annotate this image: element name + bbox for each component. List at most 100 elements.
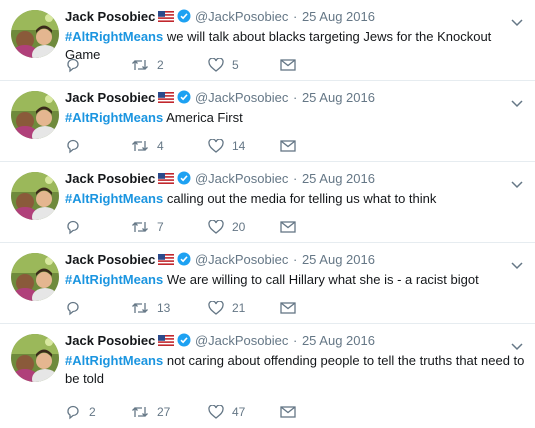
tweet[interactable]: Jack Posobiec @JackPosobiec · 25 Aug 201… <box>0 81 535 162</box>
reply-button[interactable]: 2 <box>65 404 96 420</box>
heart-icon <box>208 58 224 72</box>
avatar[interactable] <box>11 334 59 382</box>
direct-message-button[interactable] <box>280 300 296 316</box>
separator-dot: · <box>292 9 298 24</box>
reply-count: 2 <box>89 405 96 419</box>
separator-dot: · <box>292 333 298 348</box>
retweet-button[interactable]: 13 <box>131 300 170 316</box>
like-count: 21 <box>232 301 246 315</box>
tweet[interactable]: Jack Posobiec @JackPosobiec · 25 Aug 201… <box>0 243 535 324</box>
like-button[interactable]: 14 <box>208 138 245 154</box>
separator-dot: · <box>292 252 298 267</box>
retweet-button[interactable]: 4 <box>131 138 164 154</box>
tweet-feed: Jack Posobiec @JackPosobiec · 25 Aug 201… <box>0 0 535 427</box>
like-button[interactable]: 21 <box>208 300 245 316</box>
author-handle[interactable]: @JackPosobiec <box>195 9 288 24</box>
direct-message-button[interactable] <box>280 57 296 73</box>
tweet-text: #AltRightMeans We are willing to call Hi… <box>65 271 527 289</box>
reply-icon <box>65 404 81 420</box>
reply-icon <box>65 57 81 73</box>
heart-icon <box>208 405 224 419</box>
like-count: 5 <box>232 58 239 72</box>
tweet-date[interactable]: 25 Aug 2016 <box>302 333 375 348</box>
reply-icon <box>65 219 81 235</box>
tweet-body: We are willing to call Hillary what she … <box>163 272 479 287</box>
direct-message-button[interactable] <box>280 219 296 235</box>
heart-icon <box>208 301 224 315</box>
author-handle[interactable]: @JackPosobiec <box>195 90 288 105</box>
tweet[interactable]: Jack Posobiec @JackPosobiec · 25 Aug 201… <box>0 162 535 243</box>
tweet-text: #AltRightMeans America First <box>65 109 527 127</box>
envelope-icon <box>280 406 296 418</box>
verified-badge-icon <box>177 90 191 107</box>
us-flag-icon <box>158 334 175 349</box>
reply-button[interactable] <box>65 219 89 235</box>
retweet-button[interactable]: 27 <box>131 404 170 420</box>
like-button[interactable]: 20 <box>208 219 245 235</box>
tweet-header: Jack Posobiec @JackPosobiec · 25 Aug 201… <box>65 90 375 107</box>
verified-badge-icon <box>177 171 191 188</box>
tweet-text: #AltRightMeans not caring about offendin… <box>65 352 527 388</box>
tweet-header: Jack Posobiec @JackPosobiec · 25 Aug 201… <box>65 252 375 269</box>
retweet-button[interactable]: 7 <box>131 219 164 235</box>
retweet-icon <box>131 405 149 419</box>
direct-message-button[interactable] <box>280 404 296 420</box>
direct-message-button[interactable] <box>280 138 296 154</box>
avatar[interactable] <box>11 91 59 139</box>
author-handle[interactable]: @JackPosobiec <box>195 171 288 186</box>
tweet-date[interactable]: 25 Aug 2016 <box>302 252 375 267</box>
like-count: 20 <box>232 220 246 234</box>
envelope-icon <box>280 221 296 233</box>
hashtag-link[interactable]: #AltRightMeans <box>65 353 163 368</box>
reply-button[interactable] <box>65 57 89 73</box>
tweet-header: Jack Posobiec @JackPosobiec · 25 Aug 201… <box>65 9 375 26</box>
like-button[interactable]: 5 <box>208 57 239 73</box>
heart-icon <box>208 220 224 234</box>
author-name[interactable]: Jack Posobiec <box>65 252 155 267</box>
like-count: 14 <box>232 139 246 153</box>
hashtag-link[interactable]: #AltRightMeans <box>65 110 163 125</box>
like-count: 47 <box>232 405 246 419</box>
author-name[interactable]: Jack Posobiec <box>65 90 155 105</box>
tweet-header: Jack Posobiec @JackPosobiec · 25 Aug 201… <box>65 171 375 188</box>
retweet-count: 13 <box>157 301 171 315</box>
author-name[interactable]: Jack Posobiec <box>65 333 155 348</box>
reply-button[interactable] <box>65 300 89 316</box>
hashtag-link[interactable]: #AltRightMeans <box>65 272 163 287</box>
reply-icon <box>65 300 81 316</box>
author-handle[interactable]: @JackPosobiec <box>195 333 288 348</box>
author-name[interactable]: Jack Posobiec <box>65 171 155 186</box>
avatar[interactable] <box>11 253 59 301</box>
envelope-icon <box>280 59 296 71</box>
tweet-date[interactable]: 25 Aug 2016 <box>302 90 375 105</box>
tweet-body: America First <box>163 110 243 125</box>
retweet-button[interactable]: 2 <box>131 57 164 73</box>
retweet-count: 4 <box>157 139 164 153</box>
author-handle[interactable]: @JackPosobiec <box>195 252 288 267</box>
retweet-count: 7 <box>157 220 164 234</box>
us-flag-icon <box>158 91 175 106</box>
tweet[interactable]: Jack Posobiec @JackPosobiec · 25 Aug 201… <box>0 324 535 427</box>
us-flag-icon <box>158 10 175 25</box>
retweet-icon <box>131 58 149 72</box>
verified-badge-icon <box>177 9 191 26</box>
hashtag-link[interactable]: #AltRightMeans <box>65 29 163 44</box>
retweet-count: 27 <box>157 405 171 419</box>
separator-dot: · <box>292 171 298 186</box>
tweet-date[interactable]: 25 Aug 2016 <box>302 171 375 186</box>
tweet-text: #AltRightMeans calling out the media for… <box>65 190 527 208</box>
avatar[interactable] <box>11 10 59 58</box>
tweet-date[interactable]: 25 Aug 2016 <box>302 9 375 24</box>
us-flag-icon <box>158 172 175 187</box>
hashtag-link[interactable]: #AltRightMeans <box>65 191 163 206</box>
avatar[interactable] <box>11 172 59 220</box>
verified-badge-icon <box>177 252 191 269</box>
retweet-icon <box>131 139 149 153</box>
like-button[interactable]: 47 <box>208 404 245 420</box>
reply-button[interactable] <box>65 138 89 154</box>
envelope-icon <box>280 302 296 314</box>
tweet[interactable]: Jack Posobiec @JackPosobiec · 25 Aug 201… <box>0 0 535 81</box>
author-name[interactable]: Jack Posobiec <box>65 9 155 24</box>
tweet-body: calling out the media for telling us wha… <box>163 191 437 206</box>
us-flag-icon <box>158 253 175 268</box>
